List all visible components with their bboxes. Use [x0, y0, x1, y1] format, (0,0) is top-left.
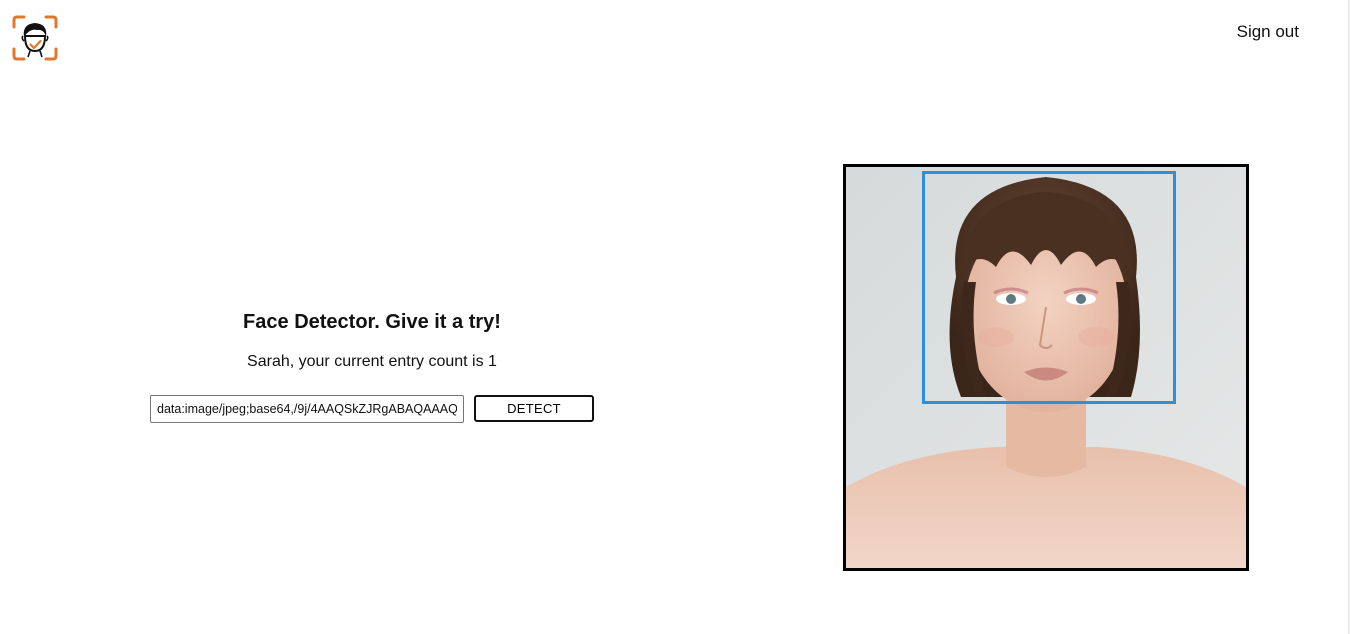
detect-button[interactable]: DETECT	[474, 395, 594, 422]
image-url-input[interactable]	[150, 395, 464, 423]
face-scan-logo-icon[interactable]	[11, 14, 59, 62]
face-bounding-box	[922, 171, 1176, 404]
page-title: Face Detector. Give it a try!	[243, 311, 501, 333]
page: Sign out Face Detector. Give it a try! S…	[0, 0, 1350, 634]
entry-count-text: Sarah, your current entry count is 1	[247, 353, 497, 370]
sign-out-link[interactable]: Sign out	[1237, 22, 1299, 42]
